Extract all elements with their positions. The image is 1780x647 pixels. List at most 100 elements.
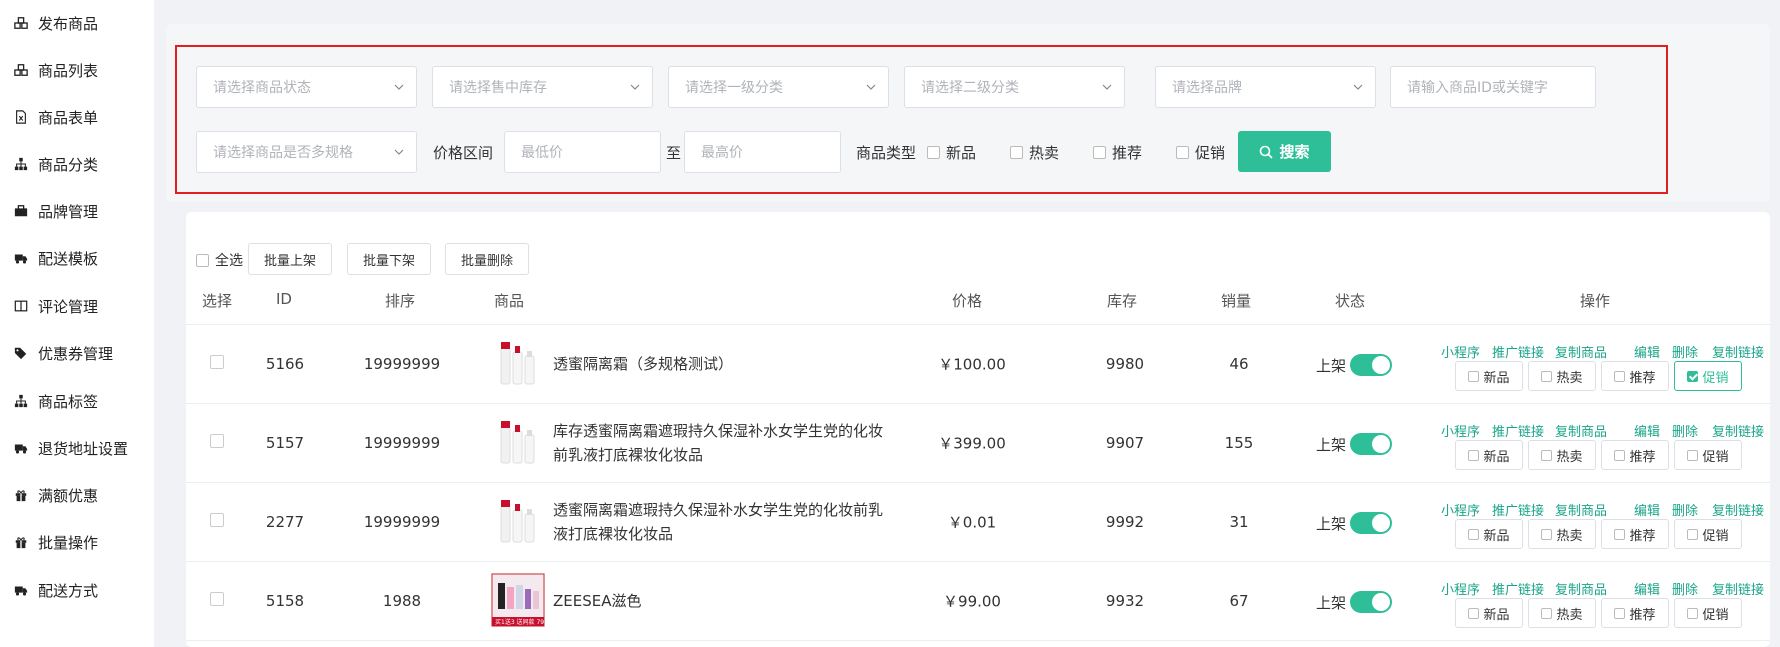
tag-new-button[interactable]: 新品 — [1455, 361, 1523, 391]
sidebar-item-batch-ops[interactable]: 批量操作 — [12, 529, 98, 555]
status-toggle[interactable] — [1350, 354, 1393, 376]
product-thumbnail[interactable] — [493, 417, 545, 469]
tag-hot-button[interactable]: 热卖 — [1528, 440, 1596, 470]
op-delete-link[interactable]: 删除 — [1672, 579, 1712, 598]
sidebar-item-product-tags[interactable]: 商品标签 — [12, 388, 98, 414]
tag-promo-button[interactable]: 促销 — [1674, 361, 1742, 391]
op-miniprogram-link[interactable]: 小程序 — [1441, 421, 1492, 440]
op-miniprogram-link[interactable]: 小程序 — [1441, 579, 1492, 598]
row-op-links: 小程序 推广链接 复制商品 编辑 删除 复制链接 — [1441, 500, 1764, 519]
type-recommend-checkbox[interactable]: 推荐 — [1093, 142, 1142, 163]
checkbox-box[interactable] — [1176, 146, 1189, 159]
op-delete-link[interactable]: 删除 — [1672, 500, 1712, 519]
type-hot-checkbox[interactable]: 热卖 — [1010, 142, 1059, 163]
bulk-on-shelf-button[interactable]: 批量上架 — [248, 243, 332, 275]
select-all-checkbox[interactable]: 全选 — [196, 250, 243, 270]
multi-spec-select[interactable]: 请选择商品是否多规格 — [196, 131, 417, 173]
checkbox-box[interactable] — [1093, 146, 1106, 159]
product-name-link[interactable]: 透蜜隔离霜（多规格测试） — [553, 352, 893, 376]
op-delete-link[interactable]: 删除 — [1672, 342, 1712, 361]
checkbox-box[interactable] — [196, 253, 209, 267]
product-thumbnail[interactable] — [493, 338, 545, 390]
brand-select[interactable]: 请选择品牌 — [1155, 66, 1376, 108]
op-edit-link[interactable]: 编辑 — [1634, 342, 1672, 361]
checkbox-box[interactable] — [927, 146, 940, 159]
product-name-link[interactable]: 库存透蜜隔离霜遮瑕持久保湿补水女学生党的化妆前乳液打底裸妆化妆品 — [553, 419, 893, 467]
sidebar-item-label: 商品标签 — [38, 392, 99, 411]
status-select[interactable]: 请选择商品状态 — [196, 66, 417, 108]
op-miniprogram-link[interactable]: 小程序 — [1441, 342, 1492, 361]
op-edit-link[interactable]: 编辑 — [1634, 421, 1672, 440]
sidebar-item-full-discount[interactable]: 满额优惠 — [12, 482, 98, 508]
tag-promo-button[interactable]: 促销 — [1674, 519, 1742, 549]
tag-recommend-button[interactable]: 推荐 — [1601, 519, 1669, 549]
op-copy-url-link[interactable]: 复制链接 — [1712, 342, 1764, 361]
tag-hot-button[interactable]: 热卖 — [1528, 361, 1596, 391]
category-level1-select[interactable]: 请选择一级分类 — [668, 66, 889, 108]
stock-select[interactable]: 请选择售中库存 — [432, 66, 653, 108]
tag-new-button[interactable]: 新品 — [1455, 598, 1523, 628]
tag-recommend-button[interactable]: 推荐 — [1601, 361, 1669, 391]
type-new-checkbox[interactable]: 新品 — [927, 142, 976, 163]
tag-hot-button[interactable]: 热卖 — [1528, 598, 1596, 628]
sidebar-item-coupons[interactable]: 优惠券管理 — [12, 340, 113, 366]
tag-recommend-button[interactable]: 推荐 — [1601, 440, 1669, 470]
status-toggle[interactable] — [1350, 591, 1393, 613]
tag-hot-button[interactable]: 热卖 — [1528, 519, 1596, 549]
tag-new-button[interactable]: 新品 — [1455, 519, 1523, 549]
op-promo-link-link[interactable]: 推广链接 — [1492, 500, 1555, 519]
product-name-link[interactable]: 透蜜隔离霜遮瑕持久保湿补水女学生党的化妆前乳液打底裸妆化妆品 — [553, 498, 893, 546]
type-promo-checkbox[interactable]: 促销 — [1176, 142, 1225, 163]
max-price-input[interactable]: 最高价 — [684, 131, 841, 173]
row-divider — [186, 403, 1770, 404]
row-sort: 19999999 — [363, 355, 441, 373]
status-toggle[interactable] — [1350, 433, 1393, 455]
sidebar-item-product-form[interactable]: 商品表单 — [12, 104, 98, 130]
tag-recommend-button[interactable]: 推荐 — [1601, 598, 1669, 628]
sidebar-item-category[interactable]: 商品分类 — [12, 151, 98, 177]
category-level2-select[interactable]: 请选择二级分类 — [904, 66, 1125, 108]
op-copy-url-link[interactable]: 复制链接 — [1712, 579, 1764, 598]
op-promo-link-link[interactable]: 推广链接 — [1492, 342, 1555, 361]
op-promo-link-link[interactable]: 推广链接 — [1492, 421, 1555, 440]
product-thumbnail[interactable]: 买1送3 送同款 79 — [491, 573, 545, 627]
op-copy-product-link[interactable]: 复制商品 — [1555, 500, 1634, 519]
row-checkbox[interactable] — [210, 434, 224, 448]
sidebar-item-delivery-method[interactable]: 配送方式 — [12, 577, 98, 603]
op-delete-link[interactable]: 删除 — [1672, 421, 1712, 440]
sidebar-item-label: 配送方式 — [38, 581, 99, 600]
product-thumbnail[interactable] — [493, 496, 545, 548]
tag-promo-button[interactable]: 促销 — [1674, 440, 1742, 470]
product-name-link[interactable]: ZEESEA滋色 — [553, 589, 893, 613]
search-button[interactable]: 搜索 — [1238, 131, 1331, 172]
sidebar-item-return-address[interactable]: 退货地址设置 — [12, 435, 128, 461]
op-miniprogram-link[interactable]: 小程序 — [1441, 500, 1492, 519]
cubes-icon — [12, 15, 30, 31]
bulk-delete-button[interactable]: 批量删除 — [445, 243, 529, 275]
checkbox-box[interactable] — [1010, 146, 1023, 159]
op-copy-product-link[interactable]: 复制商品 — [1555, 579, 1634, 598]
op-copy-url-link[interactable]: 复制链接 — [1712, 500, 1764, 519]
row-stock: 9932 — [1105, 592, 1145, 610]
sidebar-item-publish-product[interactable]: 发布商品 — [12, 10, 98, 36]
tag-promo-button[interactable]: 促销 — [1674, 598, 1742, 628]
keyword-input[interactable]: 请输入商品ID或关键字 — [1390, 66, 1596, 108]
checkbox-label: 全选 — [215, 253, 243, 269]
bulk-off-shelf-button[interactable]: 批量下架 — [347, 243, 431, 275]
sidebar-item-product-list[interactable]: 商品列表 — [12, 57, 98, 83]
status-toggle[interactable] — [1350, 512, 1393, 534]
op-copy-url-link[interactable]: 复制链接 — [1712, 421, 1764, 440]
op-copy-product-link[interactable]: 复制商品 — [1555, 342, 1634, 361]
row-checkbox[interactable] — [210, 513, 224, 527]
op-promo-link-link[interactable]: 推广链接 — [1492, 579, 1555, 598]
row-checkbox[interactable] — [210, 592, 224, 606]
sidebar-item-comments[interactable]: 评论管理 — [12, 293, 98, 319]
op-copy-product-link[interactable]: 复制商品 — [1555, 421, 1634, 440]
sidebar-item-shipping-template[interactable]: 配送模板 — [12, 245, 98, 271]
tag-new-button[interactable]: 新品 — [1455, 440, 1523, 470]
min-price-input[interactable]: 最低价 — [504, 131, 661, 173]
op-edit-link[interactable]: 编辑 — [1634, 579, 1672, 598]
sidebar-item-brand[interactable]: 品牌管理 — [12, 198, 98, 224]
row-checkbox[interactable] — [210, 355, 224, 369]
op-edit-link[interactable]: 编辑 — [1634, 500, 1672, 519]
